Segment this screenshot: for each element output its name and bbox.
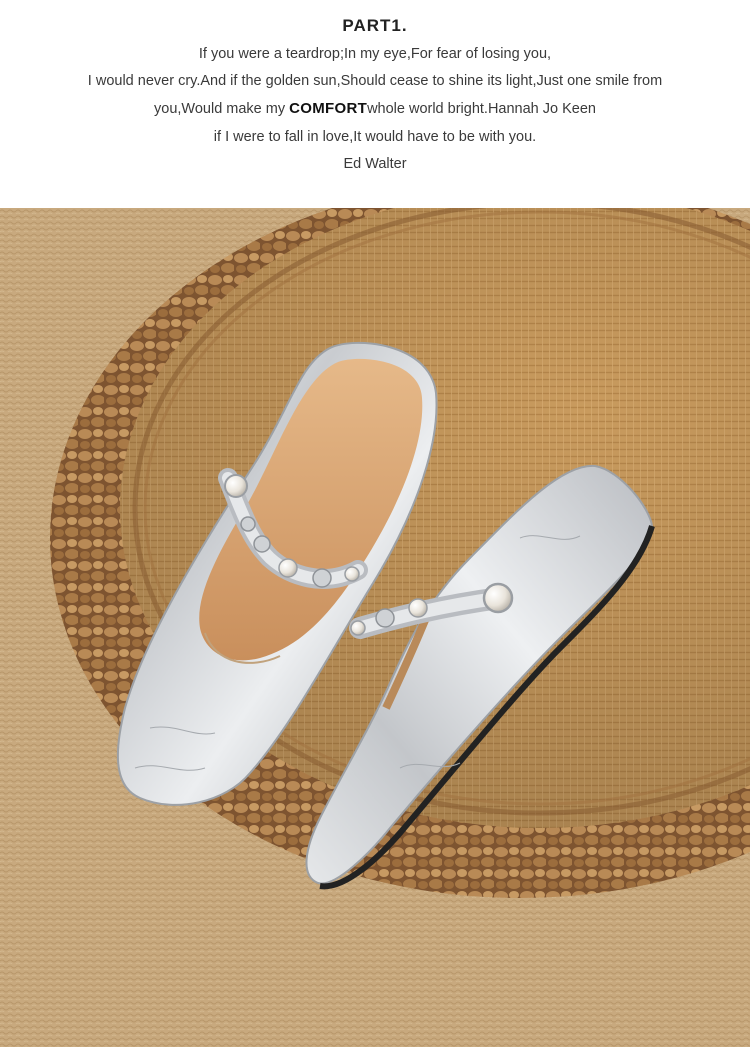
product-photo-illustration [0,208,750,1047]
poem-text-section: PART1. If you were a teardrop;In my eye,… [0,0,750,208]
poem-line-1: If you were a teardrop;In my eye,For fea… [198,46,552,62]
product-detail-page: PART1. If you were a teardrop;In my eye,… [0,0,750,1047]
product-photo [0,208,750,1047]
poem-author: Ed Walter [343,156,407,172]
poem-line-3-end: whole world bright.Hannah Jo Keen [367,101,596,117]
poem-line-4: if I were to fall in love,It would have … [213,129,537,145]
poem-line-3: you,Would make my COMFORTwhole world bri… [0,100,750,117]
poem-line-3-start: you,Would make my [154,101,290,117]
section-heading: PART1. [342,16,408,35]
comfort-emphasis: COMFORT [289,100,368,117]
poem-line-2: I would never cry.And if the golden sun,… [87,73,663,89]
